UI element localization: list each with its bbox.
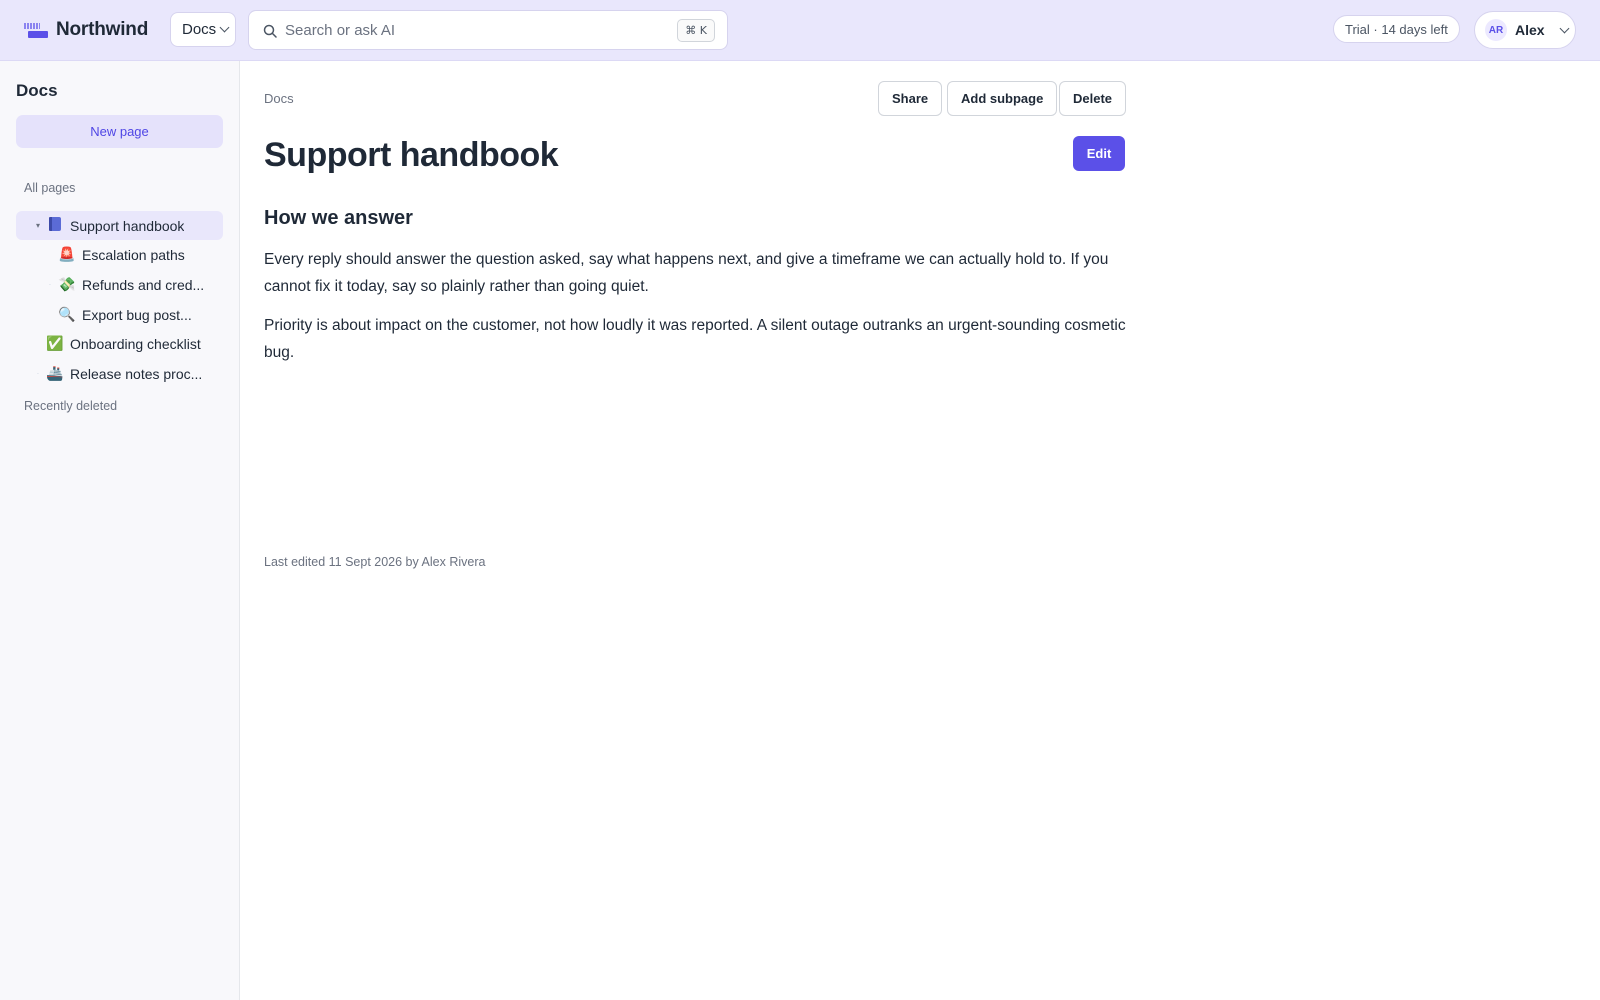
sidebar-item-release-notes[interactable]: · 🚢 Release notes proc... (16, 359, 223, 388)
book-icon (44, 216, 66, 235)
sidebar-item-support-handbook[interactable]: ▾ Support handbook (16, 211, 223, 240)
share-button[interactable]: Share (878, 81, 943, 116)
sidebar-item-export-bug[interactable]: 🔍 Export bug post... (16, 300, 223, 329)
paragraph: Every reply should answer the question a… (264, 251, 1109, 295)
northwind-logo-icon (24, 21, 48, 39)
money-wings-icon: 💸 (58, 276, 76, 293)
delete-button[interactable]: Delete (1059, 81, 1127, 116)
edit-button[interactable]: Edit (1073, 136, 1125, 171)
search-input[interactable] (285, 19, 665, 41)
ship-icon: 🚢 (46, 365, 64, 382)
avatar: AR (1485, 19, 1507, 41)
user-name: Alex (1515, 22, 1545, 38)
user-menu[interactable]: AR Alex (1474, 11, 1576, 49)
last-edited-meta: Last edited 11 Sept 2026 by Alex Rivera (264, 555, 486, 569)
recently-deleted-link[interactable]: Recently deleted (24, 399, 117, 413)
all-pages-link[interactable]: All pages (24, 181, 75, 195)
sidebar-item-label: Refunds and cred... (82, 276, 205, 293)
space-switcher[interactable]: Docs (170, 12, 236, 47)
breadcrumb[interactable]: Docs (264, 91, 294, 106)
sidebar-item-onboarding-checklist[interactable]: ✅ Onboarding checklist (16, 329, 223, 358)
caret-down-icon[interactable]: ▾ (32, 221, 44, 230)
chevron-down-icon (219, 22, 230, 33)
sidebar-item-escalation-paths[interactable]: 🚨 Escalation paths (16, 240, 223, 269)
sidebar-item-refunds[interactable]: · 💸 Refunds and cred... (16, 270, 223, 299)
add-subpage-button[interactable]: Add subpage (947, 81, 1058, 116)
paragraph: Priority is about impact on the customer… (264, 317, 1126, 361)
siren-icon: 🚨 (58, 246, 76, 263)
sidebar-item-label: Support handbook (70, 217, 185, 234)
sidebar-item-label: Escalation paths (82, 246, 185, 263)
space-switcher-label: Docs (182, 21, 217, 38)
new-page-button[interactable]: New page (16, 115, 223, 148)
magnifier-icon: 🔍 (58, 306, 76, 323)
sidebar-item-label: Onboarding checklist (70, 335, 201, 352)
sidebar: Docs New page All pages ▾ Support handbo… (0, 61, 240, 1000)
bullet-icon: · (36, 369, 40, 378)
trial-badge[interactable]: Trial · 14 days left (1333, 15, 1460, 43)
brand-name: Northwind (56, 19, 149, 40)
sidebar-item-label: Export bug post... (82, 306, 192, 323)
check-mark-icon: ✅ (46, 335, 64, 352)
bullet-icon: · (48, 280, 52, 289)
search-shortcut-hint: ⌘ K (677, 19, 715, 42)
brand[interactable]: Northwind (24, 16, 148, 44)
page-title: Support handbook (264, 136, 559, 174)
chevron-down-icon (1559, 23, 1570, 33)
sidebar-item-label: Release notes proc... (70, 365, 203, 382)
top-bar: Northwind Docs ⌘ K Trial · 14 days left … (0, 0, 1600, 61)
section-heading: How we answer (264, 207, 413, 229)
sidebar-title: Docs (16, 81, 58, 100)
search-icon (263, 24, 277, 38)
search-box[interactable]: ⌘ K (248, 10, 728, 50)
